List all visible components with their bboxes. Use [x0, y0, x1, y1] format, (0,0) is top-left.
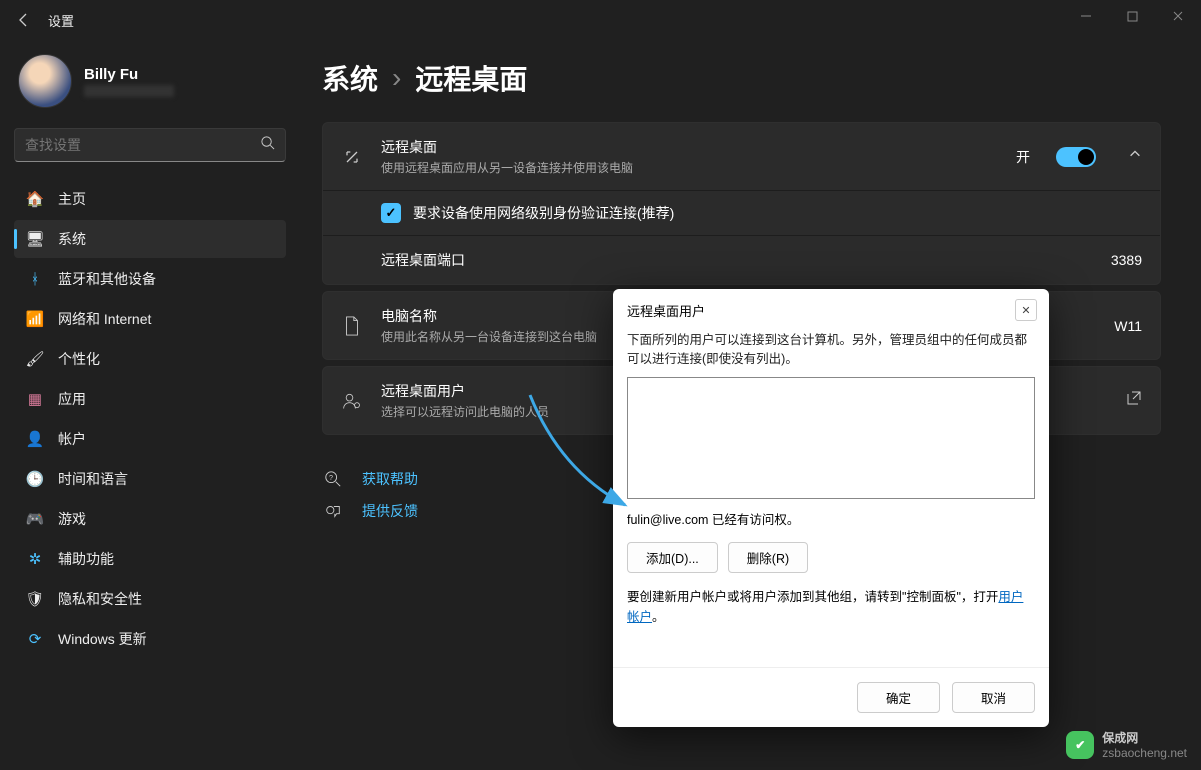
back-button[interactable] [8, 4, 40, 36]
nav-item-3[interactable]: 📶 网络和 Internet [14, 300, 286, 338]
nav-icon: ⟳ [26, 630, 44, 648]
close-icon: ✕ [1021, 304, 1030, 317]
port-label: 远程桌面端口 [341, 250, 465, 270]
nav-icon: ▦ [26, 390, 44, 408]
nav-icon: 👤 [26, 430, 44, 448]
remote-desktop-sub: 使用远程桌面应用从另一设备连接并使用该电脑 [381, 159, 998, 176]
arrow-left-icon [16, 12, 32, 28]
remote-desktop-title: 远程桌面 [381, 137, 998, 157]
nav-label: 游戏 [58, 509, 86, 529]
nav-label: 时间和语言 [58, 469, 128, 489]
toggle-state-label: 开 [1016, 147, 1030, 167]
access-line: fulin@live.com 已经有访问权。 [627, 509, 1035, 528]
sidebar: Billy Fu 🏠 主页 🖥 系统 ᚼ 蓝牙和其他设备 📶 网络和 Internet 🖌 个性化… [0, 40, 300, 770]
feedback-icon [322, 502, 344, 520]
window-controls [1063, 0, 1201, 32]
external-link-icon [1126, 390, 1142, 411]
breadcrumb-leaf: 远程桌面 [415, 58, 527, 98]
users-icon [341, 391, 363, 411]
nav-label: 主页 [58, 189, 86, 209]
window-title: 设置 [48, 11, 74, 30]
search-input[interactable] [25, 137, 260, 153]
document-icon [341, 316, 363, 336]
nav-item-2[interactable]: ᚼ 蓝牙和其他设备 [14, 260, 286, 298]
title-bar: 设置 [0, 0, 1201, 40]
port-value: 3389 [1111, 252, 1142, 268]
nav-item-5[interactable]: ▦ 应用 [14, 380, 286, 418]
nav-label: 系统 [58, 229, 86, 249]
nav-label: Windows 更新 [58, 629, 147, 649]
nav-label: 蓝牙和其他设备 [58, 269, 156, 289]
nav-icon: 🎮 [26, 510, 44, 528]
nav-item-4[interactable]: 🖌 个性化 [14, 340, 286, 378]
nav-icon: ✲ [26, 550, 44, 568]
nav-icon: 🏠 [26, 190, 44, 208]
user-name: Billy Fu [84, 66, 174, 83]
remote-desktop-icon [341, 147, 363, 167]
ok-button[interactable]: 确定 [857, 682, 940, 713]
nav-item-7[interactable]: 🕒 时间和语言 [14, 460, 286, 498]
minimize-button[interactable] [1063, 0, 1109, 32]
close-icon [1172, 10, 1184, 22]
cancel-button[interactable]: 取消 [952, 682, 1035, 713]
nav-icon: 📶 [26, 310, 44, 328]
nav-item-10[interactable]: 🛡 隐私和安全性 [14, 580, 286, 618]
nav-list: 🏠 主页 🖥 系统 ᚼ 蓝牙和其他设备 📶 网络和 Internet 🖌 个性化 ▦ 应用 👤 帐户 🕒 时间… [14, 180, 286, 658]
remove-button[interactable]: 删除(R) [728, 542, 808, 573]
watermark-logo-icon: ✔ [1066, 731, 1094, 759]
dialog-title: 远程桌面用户 [627, 301, 705, 320]
search-box[interactable] [14, 128, 286, 162]
pc-name-value: W11 [1114, 318, 1142, 334]
add-button[interactable]: 添加(D)... [627, 542, 718, 573]
nav-label: 隐私和安全性 [58, 589, 142, 609]
nav-item-6[interactable]: 👤 帐户 [14, 420, 286, 458]
dialog-description: 下面所列的用户可以连接到这台计算机。另外，管理员组中的任何成员都可以进行连接(即… [627, 331, 1035, 369]
svg-text:?: ? [329, 473, 333, 482]
maximize-button[interactable] [1109, 0, 1155, 32]
search-icon [260, 135, 275, 155]
breadcrumb-root[interactable]: 系统 [322, 58, 378, 98]
nav-icon: 🛡 [26, 590, 44, 608]
watermark: ✔ 保成网 zsbaocheng.net [1066, 729, 1187, 760]
nav-item-11[interactable]: ⟳ Windows 更新 [14, 620, 286, 658]
nav-icon: 🖥 [26, 230, 44, 248]
nav-item-0[interactable]: 🏠 主页 [14, 180, 286, 218]
dialog-note: 要创建新用户帐户或将用户添加到其他组，请转到"控制面板"，打开用户帐户。 [627, 587, 1035, 627]
user-email-redacted [84, 85, 174, 97]
chevron-up-icon[interactable] [1128, 147, 1142, 166]
nav-label: 辅助功能 [58, 549, 114, 569]
users-listbox[interactable] [627, 377, 1035, 499]
chevron-right-icon: › [392, 62, 401, 94]
nav-label: 个性化 [58, 349, 100, 369]
nav-icon: 🕒 [26, 470, 44, 488]
avatar [18, 54, 72, 108]
remote-desktop-card: 远程桌面 使用远程桌面应用从另一设备连接并使用该电脑 开 ✓ 要求设备使用网络级… [322, 122, 1161, 285]
close-button[interactable] [1155, 0, 1201, 32]
user-profile[interactable]: Billy Fu [14, 50, 286, 112]
nav-label: 网络和 Internet [58, 309, 151, 329]
watermark-url: zsbaocheng.net [1102, 746, 1187, 760]
remote-desktop-row[interactable]: 远程桌面 使用远程桌面应用从另一设备连接并使用该电脑 开 [323, 123, 1160, 190]
minimize-icon [1080, 10, 1092, 22]
nav-item-9[interactable]: ✲ 辅助功能 [14, 540, 286, 578]
dialog-close-button[interactable]: ✕ [1015, 299, 1037, 321]
nav-item-8[interactable]: 🎮 游戏 [14, 500, 286, 538]
nav-icon: 🖌 [26, 350, 44, 368]
breadcrumb: 系统 › 远程桌面 [322, 58, 1161, 98]
maximize-icon [1127, 11, 1138, 22]
watermark-name: 保成网 [1102, 729, 1187, 746]
nav-label: 应用 [58, 389, 86, 409]
nla-checkbox[interactable]: ✓ [381, 203, 401, 223]
nla-label: 要求设备使用网络级别身份验证连接(推荐) [413, 203, 674, 223]
rd-users-dialog: 远程桌面用户 ✕ 下面所列的用户可以连接到这台计算机。另外，管理员组中的任何成员… [613, 289, 1049, 727]
nav-item-1[interactable]: 🖥 系统 [14, 220, 286, 258]
port-row: 远程桌面端口 3389 [323, 236, 1160, 284]
help-icon: ? [322, 470, 344, 488]
nav-label: 帐户 [58, 429, 86, 449]
remote-desktop-toggle[interactable] [1056, 147, 1096, 167]
nav-icon: ᚼ [26, 270, 44, 288]
nla-row[interactable]: ✓ 要求设备使用网络级别身份验证连接(推荐) [323, 191, 1160, 235]
